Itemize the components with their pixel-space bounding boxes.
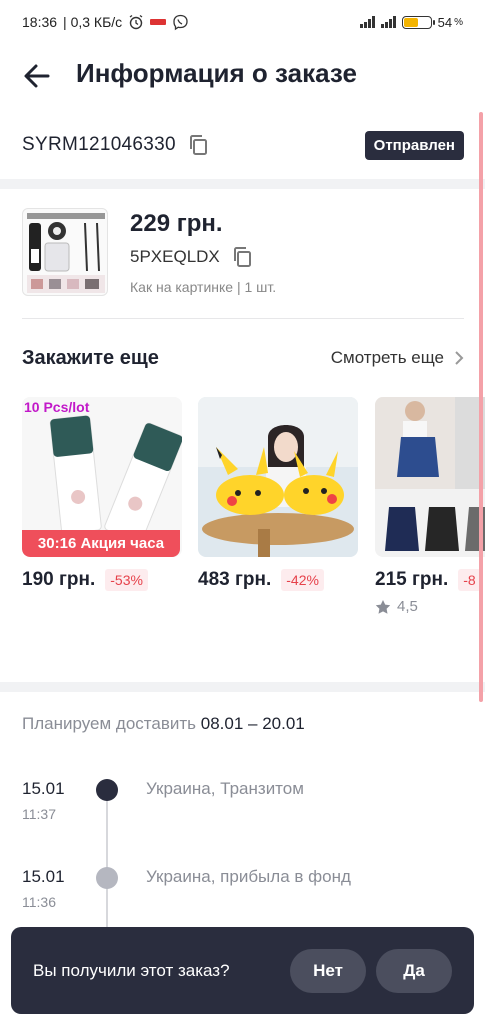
alarm-icon [129,14,143,30]
status-bar: 18:36 | 0,3 КБ/с 54% [0,0,485,44]
signal-icon-2 [380,16,396,28]
timeline-date: 15.01 [22,867,65,886]
timeline-text: Украина, Транзитом [146,779,304,798]
battery-percent: 54 [437,14,453,30]
toast-question: Вы получили этот заказ? [33,960,230,980]
rec-price: 483 грн. [198,569,272,590]
timeline-dot-active [96,779,118,801]
app-notification-icon [150,19,167,25]
rec-price: 215 грн. [375,569,449,590]
product-price: 229 грн. [130,210,223,237]
rec-image[interactable] [198,397,358,557]
rec-card[interactable]: 10 Pcs/lot 30:16 Акция часа 190 грн. -53… [22,397,182,591]
battery-unit: % [454,16,463,28]
rec-card[interactable]: 215 грн. -8 4,5 [375,397,485,615]
rec-promo-tag: 30:16 Акция часа [22,530,180,557]
section-divider [0,682,485,692]
product-variant: Как на картинке | 1 шт. [130,279,277,295]
timeline-dot [96,867,118,889]
rec-discount-badge: -42% [281,569,324,591]
order-id: SYRM121046330 [22,134,176,155]
star-icon [375,599,391,614]
rec-rating-value: 4,5 [397,598,418,615]
back-button[interactable] [22,62,52,90]
arrow-left-icon [24,64,50,88]
status-speed: | 0,3 КБ/с [63,14,123,30]
rec-price: 190 грн. [22,569,96,590]
scroll-indicator [479,112,483,702]
order-product[interactable]: 229 грн. 5PXEQLDX Как на картинке | 1 шт… [22,208,464,298]
recommendation-list: 10 Pcs/lot 30:16 Акция часа 190 грн. -53… [22,397,485,627]
no-button[interactable]: Нет [290,948,366,993]
section-divider [0,179,485,189]
rec-price-row: 190 грн. -53% [22,569,182,591]
signal-icon [359,16,375,28]
divider-line [22,318,464,319]
timeline-time: 11:36 [22,894,56,910]
battery-icon [401,15,435,29]
status-time: 18:36 [22,14,58,30]
order-id-row: SYRM121046330 Отправлен [22,126,464,164]
copy-icon[interactable] [188,134,210,156]
receipt-confirmation-toast: Вы получили этот заказ? Нет Да [11,927,474,1014]
see-more-label: Смотреть еще [330,348,444,367]
rec-lot-tag: 10 Pcs/lot [24,399,90,415]
product-sku: 5PXEQLDX [130,247,220,266]
timeline-line [106,888,108,928]
product-thumbnail[interactable] [22,208,108,296]
rec-discount-badge: -53% [105,569,148,591]
copy-sku-icon[interactable] [232,246,254,268]
chevron-right-icon [455,351,464,365]
rec-image[interactable] [375,397,485,557]
product-sku-row: 5PXEQLDX [130,246,254,268]
reorder-title: Закажите еще [22,346,159,369]
delivery-range: 08.01 – 20.01 [200,714,305,733]
rec-image[interactable]: 10 Pcs/lot 30:16 Акция часа [22,397,182,557]
timeline-date: 15.01 [22,779,65,798]
see-more-link[interactable]: Смотреть еще [331,348,464,368]
page-title: Информация о заказе [76,58,357,88]
rec-card[interactable]: 483 грн. -42% [198,397,358,591]
rec-discount-badge: -8 [458,569,481,591]
app-header: Информация о заказе [0,44,485,108]
timeline-time: 11:37 [22,806,56,822]
yes-button[interactable]: Да [376,948,452,993]
rec-price-row: 483 грн. -42% [198,569,358,591]
timeline-text: Украина, прибыла в фонд [146,867,351,886]
viber-icon [173,14,188,30]
status-badge: Отправлен [364,130,464,160]
delivery-estimate: Планируем доставить 08.01 – 20.01 [22,714,305,734]
delivery-label: Планируем доставить [22,714,197,733]
rec-price-row: 215 грн. -8 [375,569,485,591]
rec-rating: 4,5 [375,598,485,615]
reorder-header: Закажите еще Смотреть еще [22,344,464,372]
